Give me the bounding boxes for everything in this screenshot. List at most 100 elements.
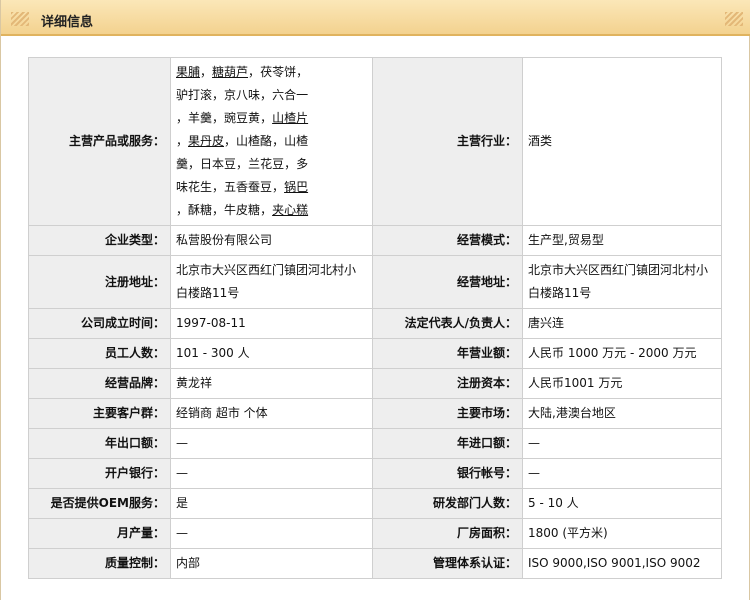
table-row: 公司成立时间： 1997-08-11 法定代表人/负责人： 唐兴连 xyxy=(28,308,722,339)
product-text: ， xyxy=(284,157,297,171)
products-label: 主营产品或服务： xyxy=(28,57,171,226)
field-value: 生产型,贸易型 xyxy=(522,225,722,256)
field-value: 1800 (平方米) xyxy=(522,518,722,549)
field-label: 质量控制： xyxy=(28,548,171,579)
product-text: 山楂酪 xyxy=(236,134,273,148)
table-row: 主营产品或服务： 果脯，糖葫芦，茯苓饼， 驴打滚，京八味，六合一 ，羊羹，豌豆黄，山… xyxy=(28,57,722,226)
field-value: — xyxy=(522,428,722,459)
products-list: 果脯，糖葫芦，茯苓饼， 驴打滚，京八味，六合一 ，羊羹，豌豆黄，山楂片 ，果丹皮，山楂… xyxy=(176,61,367,222)
field-label: 经营模式： xyxy=(372,225,523,256)
product-text: ， xyxy=(212,88,225,102)
product-text: 六合一 xyxy=(272,88,309,102)
field-value: 5 - 10 人 xyxy=(522,488,722,519)
products-line: ，果丹皮，山楂酪，山楂 xyxy=(176,130,367,153)
product-text: 兰花豆 xyxy=(248,157,285,171)
field-value: 人民币1001 万元 xyxy=(522,368,722,399)
field-label: 是否提供OEM服务： xyxy=(28,488,171,519)
product-link[interactable]: 锅巴 xyxy=(284,180,308,194)
field-label: 注册资本： xyxy=(372,368,523,399)
product-text: ， xyxy=(212,203,225,217)
industry-label: 主营行业： xyxy=(372,57,523,226)
field-value: 是 xyxy=(170,488,373,519)
product-text: 茯苓饼 xyxy=(260,65,297,79)
product-text: 驴打滚 xyxy=(176,88,213,102)
product-text: ， xyxy=(176,111,189,125)
field-label: 管理体系认证： xyxy=(372,548,523,579)
product-text: ， xyxy=(260,111,273,125)
table-row: 注册地址： 北京市大兴区西红门镇团河北村小白楼路11号 经营地址： 北京市大兴区西红门… xyxy=(28,255,722,309)
field-value: 北京市大兴区西红门镇团河北村小白楼路11号 xyxy=(522,255,722,309)
table-row: 年出口额： — 年进口额： — xyxy=(28,428,722,459)
field-label: 主要市场： xyxy=(372,398,523,429)
table-row: 月产量： — 厂房面积： 1800 (平方米) xyxy=(28,518,722,549)
product-text: ， xyxy=(188,157,201,171)
product-text: ， xyxy=(224,134,237,148)
field-value: — xyxy=(522,458,722,489)
field-value: ISO 9000,ISO 9001,ISO 9002 xyxy=(522,548,722,579)
product-text: 京八味 xyxy=(224,88,261,102)
field-label: 经营地址： xyxy=(372,255,523,309)
field-label: 研发部门人数： xyxy=(372,488,523,519)
field-value: — xyxy=(170,428,373,459)
product-text: 日本豆 xyxy=(200,157,237,171)
products-line: ，羊羹，豌豆黄，山楂片 xyxy=(176,107,367,130)
field-label: 主要客户群： xyxy=(28,398,171,429)
field-label: 公司成立时间： xyxy=(28,308,171,339)
product-text: ， xyxy=(272,180,285,194)
product-text: ， xyxy=(236,157,249,171)
product-text: ， xyxy=(176,134,189,148)
field-label: 法定代表人/负责人： xyxy=(372,308,523,339)
product-text: ， xyxy=(248,65,261,79)
field-label: 开户银行： xyxy=(28,458,171,489)
products-line: ，酥糖，牛皮糖，夹心糕 xyxy=(176,199,367,222)
products-line: 果脯，糖葫芦，茯苓饼， xyxy=(176,61,367,84)
product-text: 味花生 xyxy=(176,180,213,194)
field-label: 企业类型： xyxy=(28,225,171,256)
product-text: ， xyxy=(260,203,273,217)
product-link[interactable]: 果脯 xyxy=(176,65,200,79)
product-text: ， xyxy=(212,111,225,125)
field-label: 银行帐号： xyxy=(372,458,523,489)
product-text: 五香蚕豆 xyxy=(224,180,273,194)
field-value: 私营股份有限公司 xyxy=(170,225,373,256)
product-text: 羊羹 xyxy=(188,111,213,125)
table-row: 质量控制： 内部 管理体系认证： ISO 9000,ISO 9001,ISO 9002 xyxy=(28,548,722,579)
products-line: 味花生，五香蚕豆，锅巴 xyxy=(176,176,367,199)
table-row: 员工人数： 101 - 300 人年营业额： 人民币 1000 万元 - 2000 … xyxy=(28,338,722,369)
table-row: 是否提供OEM服务：是研发部门人数： 5 - 10 人 xyxy=(28,488,722,519)
product-text: ， xyxy=(260,88,273,102)
products-line: 羹，日本豆，兰花豆，多 xyxy=(176,153,367,176)
field-label: 月产量： xyxy=(28,518,171,549)
field-label: 年营业额： xyxy=(372,338,523,369)
field-value: 黄龙祥 xyxy=(170,368,373,399)
product-text: ， xyxy=(272,134,285,148)
field-value: 101 - 300 人 xyxy=(170,338,373,369)
product-link[interactable]: 夹心糕 xyxy=(272,203,308,217)
header-decoration-icon xyxy=(11,12,29,26)
product-link[interactable]: 果丹皮 xyxy=(188,134,224,148)
product-text: 牛皮糖 xyxy=(224,203,261,217)
company-detail-table: 主营产品或服务： 果脯，糖葫芦，茯苓饼， 驴打滚，京八味，六合一 ，羊羹，豌豆黄，山… xyxy=(28,57,722,579)
industry-value: 酒类 xyxy=(522,57,722,226)
field-value: 经销商 超市 个体 xyxy=(170,398,373,429)
field-value: 北京市大兴区西红门镇团河北村小白楼路11号 xyxy=(170,255,373,309)
section-header: 详细信息 xyxy=(1,0,750,36)
table-row: 经营品牌： 黄龙祥 注册资本： 人民币1001 万元 xyxy=(28,368,722,399)
field-label: 经营品牌： xyxy=(28,368,171,399)
product-link[interactable]: 糖葫芦 xyxy=(212,65,248,79)
field-value: 内部 xyxy=(170,548,373,579)
product-text: 酥糖 xyxy=(188,203,213,217)
section-title: 详细信息 xyxy=(41,15,94,30)
product-text: ， xyxy=(296,65,309,79)
field-label: 注册地址： xyxy=(28,255,171,309)
product-link[interactable]: 山楂片 xyxy=(272,111,308,125)
field-value: 大陆,港澳台地区 xyxy=(522,398,722,429)
field-value: — xyxy=(170,518,373,549)
field-value: 唐兴连 xyxy=(522,308,722,339)
product-text: ， xyxy=(176,203,189,217)
header-decoration-icon xyxy=(725,12,743,26)
page-frame: 详细信息 主营产品或服务： 果脯，糖葫芦，茯苓饼， 驴打滚，京八味，六合一 ，羊羹，… xyxy=(0,0,750,600)
field-value: 1997-08-11 xyxy=(170,308,373,339)
table-row: 开户银行： — 银行帐号： — xyxy=(28,458,722,489)
products-line: 驴打滚，京八味，六合一 xyxy=(176,84,367,107)
